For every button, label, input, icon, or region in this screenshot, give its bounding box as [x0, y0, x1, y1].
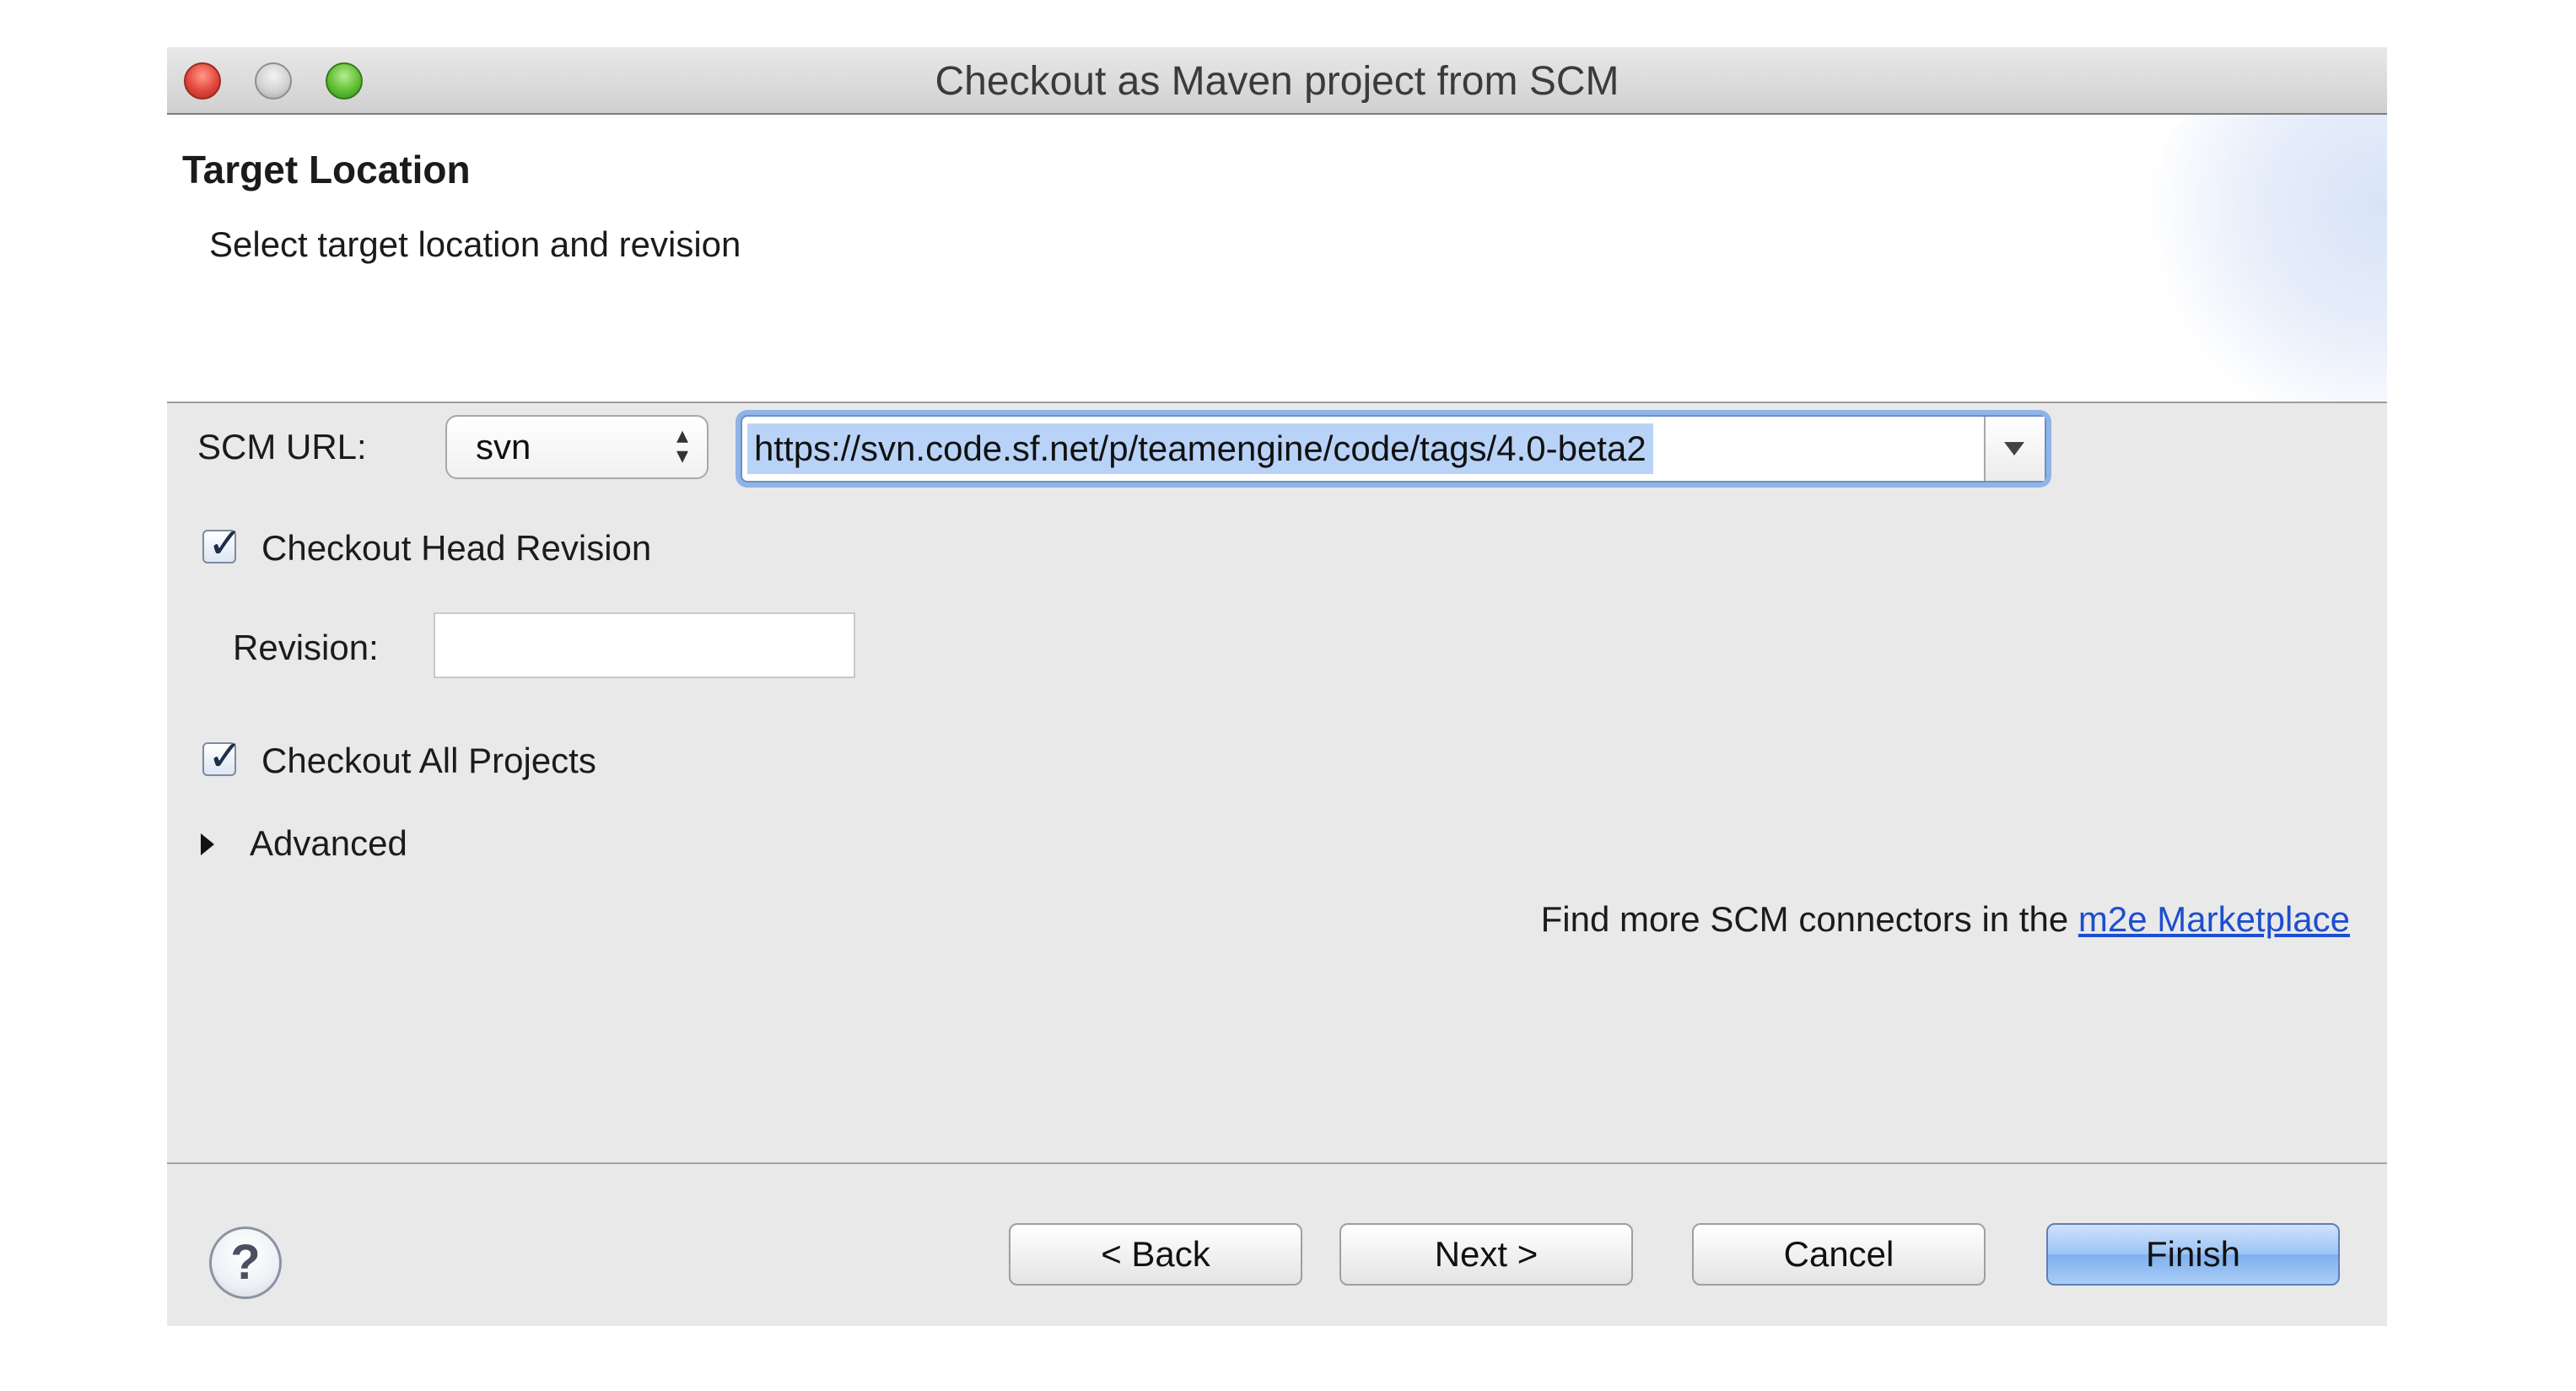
- checkmark-icon: ✓: [207, 520, 243, 567]
- scm-url-label: SCM URL:: [197, 427, 367, 466]
- advanced-toggle[interactable]: Advanced: [250, 823, 407, 864]
- scm-type-value: svn: [476, 427, 531, 466]
- m2e-marketplace-link[interactable]: m2e Marketplace: [2078, 899, 2350, 939]
- page-description: Select target location and revision: [209, 224, 741, 264]
- marketplace-text: Find more SCM connectors in the m2e Mark…: [1541, 899, 2350, 940]
- checkout-head-label[interactable]: Checkout Head Revision: [261, 528, 651, 569]
- scm-type-select[interactable]: svn ▴ ▾: [445, 415, 709, 479]
- cancel-button[interactable]: Cancel: [1692, 1223, 1986, 1286]
- revision-label: Revision:: [233, 628, 379, 667]
- page-title: Target Location: [182, 148, 471, 191]
- scm-url-input[interactable]: https://svn.code.sf.net/p/teamengine/cod…: [747, 423, 1653, 474]
- dialog-window: Checkout as Maven project from SCM Targe…: [167, 47, 2387, 1326]
- checkout-all-checkbox[interactable]: ✓: [202, 732, 243, 779]
- disclosure-triangle-icon[interactable]: [201, 833, 214, 855]
- scm-url-dropdown-button[interactable]: [1984, 417, 2045, 481]
- button-bar-divider: [167, 1162, 2387, 1164]
- title-bar[interactable]: Checkout as Maven project from SCM: [167, 47, 2387, 115]
- scm-url-combobox[interactable]: https://svn.code.sf.net/p/teamengine/cod…: [741, 415, 2046, 483]
- back-button[interactable]: < Back: [1009, 1223, 1302, 1286]
- wizard-banner: Target Location Select target location a…: [167, 115, 2387, 403]
- banner-decoration: [2134, 115, 2387, 402]
- chevron-down-icon: [2004, 442, 2024, 456]
- help-icon: ?: [230, 1235, 261, 1290]
- next-button[interactable]: Next >: [1339, 1223, 1633, 1286]
- window-title: Checkout as Maven project from SCM: [935, 59, 1619, 104]
- checkmark-icon: ✓: [207, 732, 243, 779]
- help-button[interactable]: ?: [209, 1227, 282, 1299]
- checkout-head-checkbox[interactable]: ✓: [202, 520, 243, 567]
- revision-input[interactable]: [434, 612, 855, 678]
- updown-arrows-icon: ▴ ▾: [676, 422, 688, 468]
- finish-button[interactable]: Finish: [2046, 1223, 2340, 1286]
- checkout-all-label[interactable]: Checkout All Projects: [261, 741, 596, 781]
- marketplace-prefix: Find more SCM connectors in the: [1540, 899, 2078, 939]
